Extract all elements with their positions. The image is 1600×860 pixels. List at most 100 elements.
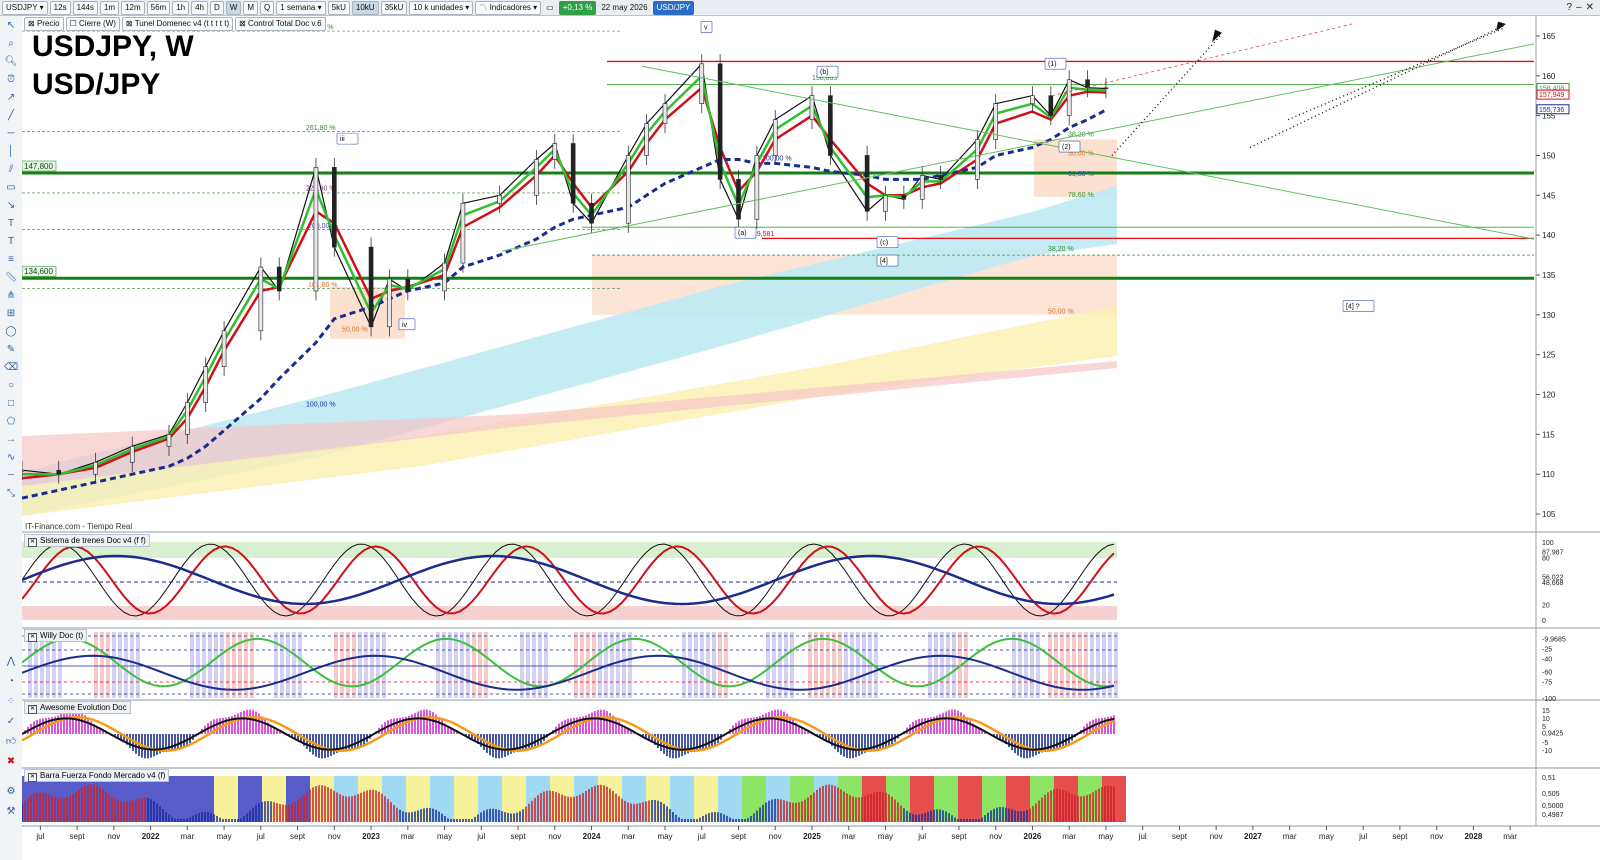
close-icon[interactable]: ✕ (1586, 2, 1594, 13)
price-tick-label: 150 (1542, 151, 1556, 160)
vertical-line-icon[interactable]: │ (4, 146, 18, 158)
interval-1h-button[interactable]: 1h (172, 0, 190, 15)
change-badge: +0,13 % (558, 0, 597, 15)
date-label: 22 may 2026 (601, 2, 648, 12)
candle-body (313, 167, 319, 292)
pane-title-awesome[interactable]: ✕ Awesome Evolution Doc (24, 701, 131, 714)
wave-icon[interactable]: ∿ (4, 452, 18, 464)
willy-stripe (100, 632, 104, 698)
cursor-icon[interactable]: ↖ (4, 20, 18, 32)
unit-35k-button[interactable]: 35kU (380, 0, 408, 15)
price-tick-label: 115 (1542, 430, 1555, 439)
measure-icon[interactable]: ⤡ (4, 488, 18, 500)
legend-price-label: Precio (36, 19, 60, 28)
eraser-icon[interactable]: ⌫ (4, 362, 18, 374)
legend-item-close[interactable]: ☐ Cierre (W) (65, 17, 120, 31)
check-icon[interactable]: ✓ (4, 716, 18, 728)
willy-stripe (934, 632, 938, 698)
pane-axis-label: 0,51 (1542, 775, 1556, 782)
settings-icon[interactable]: ⚙ (4, 786, 18, 798)
willy-stripe (826, 632, 830, 698)
willy-stripe (124, 632, 128, 698)
pane-strength-label: Barra Fuerza Fondo Mercado v4 (f) (40, 771, 166, 780)
horizontal-line-icon[interactable]: ─ (4, 128, 18, 140)
willy-stripe (724, 632, 728, 698)
pane-title-willy[interactable]: ✕ Willy Doc (t) (24, 629, 88, 642)
willy-stripe (370, 632, 374, 698)
brush-icon[interactable]: ✎ (4, 344, 18, 356)
pane-axis-label: 20 (1542, 602, 1550, 609)
main-legend-bar: ⊠ Precio ☐ Cierre (W) ⊠ Tunel Domenec v4… (24, 17, 326, 31)
willy-stripe (292, 632, 296, 698)
pitchfork-icon[interactable]: ⋔ (4, 290, 18, 302)
line-style-icon[interactable]: ┄ (4, 470, 18, 482)
pane-title-strength[interactable]: ✕ Barra Fuerza Fondo Mercado v4 (f) (24, 769, 170, 782)
period-select[interactable]: 1 semana ▾ (276, 0, 326, 15)
zoom-icon[interactable]: ⌕ (4, 38, 18, 50)
pair-badge: USD/JPY (652, 0, 695, 15)
quantity-label: 10 k unidades (413, 2, 464, 12)
pane-title-trains[interactable]: ✕ Sistema de trenes Doc v4 (f f) (24, 534, 150, 547)
candle-body (1066, 79, 1072, 116)
interval-144s-button[interactable]: 144s (72, 0, 98, 15)
help-icon[interactable]: ? (1566, 2, 1572, 13)
willy-stripe (694, 632, 698, 698)
trendline-icon[interactable]: ╱ (4, 110, 18, 122)
rectangle-icon[interactable]: ▭ (4, 182, 18, 194)
square-icon[interactable]: □ (4, 398, 18, 410)
cycle-icon[interactable]: ◔ (4, 676, 18, 688)
circle-icon[interactable]: ○ (4, 380, 18, 392)
arrow-right-icon[interactable]: → (4, 434, 18, 446)
legend-item-control[interactable]: ⊠ Control Total Doc v.6 (235, 17, 326, 31)
legend-item-price[interactable]: ⊠ Precio (24, 17, 64, 31)
pane-close-icon[interactable]: ✕ (28, 538, 37, 547)
interval-4h-button[interactable]: 4h (191, 0, 208, 15)
pointer-icon[interactable]: ↗ (4, 92, 18, 104)
polygon-icon[interactable]: ⬠ (4, 416, 18, 428)
gann-icon[interactable]: ⊞ (4, 308, 18, 320)
arrow-icon[interactable]: ↘ (4, 200, 18, 212)
x-tick-label: sept (290, 832, 306, 841)
unit-5k-button[interactable]: 5kU (327, 0, 350, 15)
willy-stripe (346, 632, 350, 698)
unit-10k-button[interactable]: 10kU (351, 0, 379, 15)
text-icon[interactable]: T (4, 218, 18, 230)
indicators-button[interactable]: 〽 Indicadores ▾ (475, 0, 542, 15)
interval-1m-button[interactable]: 1m (99, 0, 120, 15)
pane-trains-label: Sistema de trenes Doc v4 (f f) (40, 536, 146, 545)
willy-stripe (1018, 632, 1022, 698)
elliott-icon[interactable]: ⋀ (4, 656, 18, 668)
interval-12s-button[interactable]: 12s (49, 0, 71, 15)
legend-item-tunnel[interactable]: ⊠ Tunel Domenec v4 (t t t t t) (121, 17, 234, 31)
minimize-icon[interactable]: – (1576, 2, 1582, 13)
thumbs-up-icon[interactable]: 👍︎ (4, 736, 18, 748)
ruler-icon[interactable]: 📏︎ (4, 272, 18, 284)
chart-area[interactable]: 1651601551501451401351301251201151101051… (22, 16, 1600, 860)
magnifier-icon[interactable]: 🔍︎ (4, 56, 18, 68)
pane-close-icon[interactable]: ✕ (28, 705, 37, 714)
fibonacci-icon[interactable]: ≡ (4, 254, 18, 266)
interval-w-button[interactable]: W (225, 0, 242, 15)
candle-body (387, 278, 392, 328)
pane-close-icon[interactable]: ✕ (28, 773, 37, 782)
channel-icon[interactable]: ⫽ (4, 164, 18, 176)
willy-stripe (628, 632, 632, 698)
x-tick-label: mar (401, 832, 415, 841)
legend-close-icon: ⊠ (125, 19, 133, 28)
x-tick-label: 2023 (362, 832, 380, 841)
delete-icon[interactable]: ✖ (4, 756, 18, 768)
interval-q-button[interactable]: Q (260, 0, 275, 15)
ellipse-icon[interactable]: ◯ (4, 326, 18, 338)
tools-icon[interactable]: ⚒ (4, 806, 18, 818)
dots-icon[interactable]: ⁘ (4, 696, 18, 708)
interval-56m-button[interactable]: 56m (146, 0, 171, 15)
pane-close-icon[interactable]: ✕ (28, 633, 37, 642)
symbol-select[interactable]: USDJPY ▾ (2, 0, 48, 15)
alarm-icon[interactable]: ⏰︎ (4, 74, 18, 86)
price-tick-label: 145 (1542, 191, 1556, 200)
quantity-select[interactable]: 10 k unidades ▾ (409, 0, 474, 15)
interval-d-button[interactable]: D (210, 0, 224, 15)
label-icon[interactable]: T (4, 236, 18, 248)
interval-12m-button[interactable]: 12m (121, 0, 145, 15)
interval-m-button[interactable]: M (243, 0, 259, 15)
